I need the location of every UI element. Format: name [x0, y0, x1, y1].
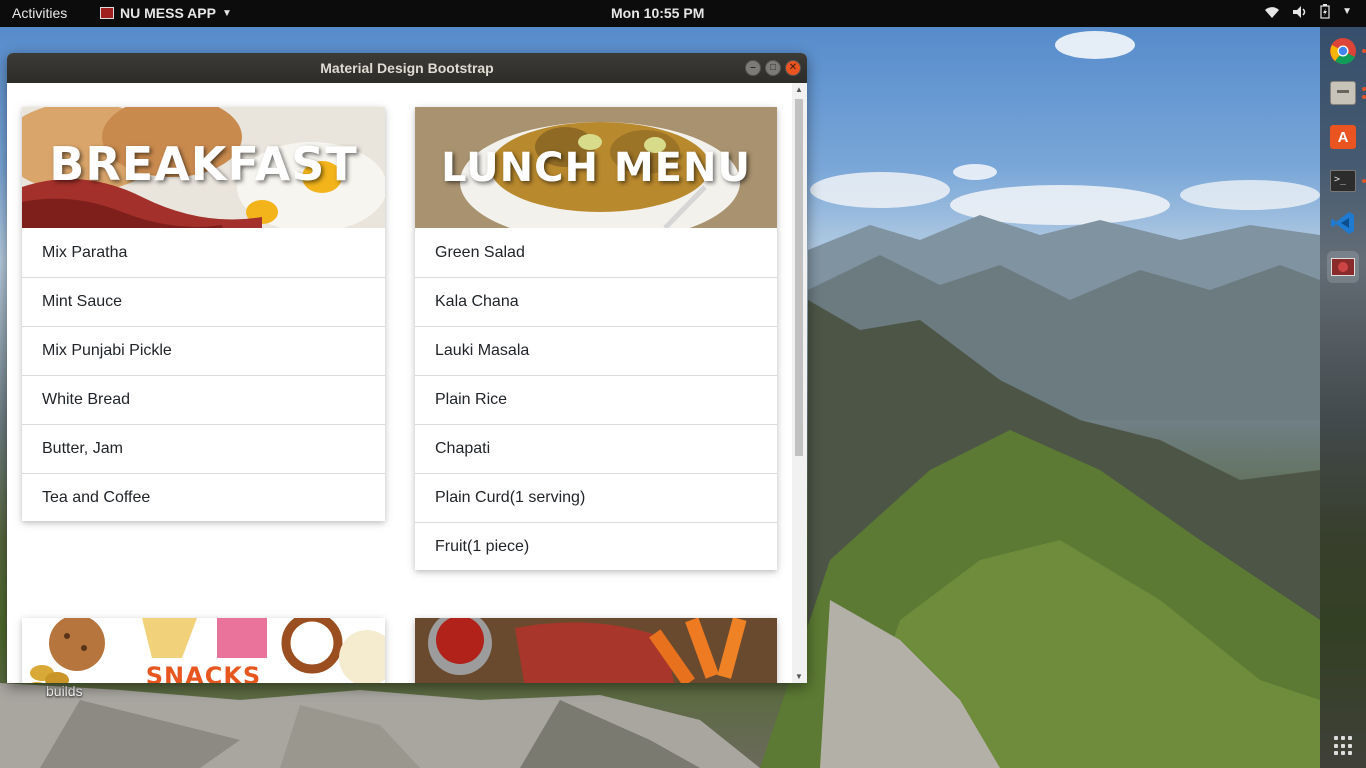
desktop-folder-label[interactable]: builds — [46, 683, 83, 699]
terminal-icon[interactable]: >_ — [1327, 165, 1366, 197]
list-item[interactable]: Chapati — [415, 424, 777, 473]
vertical-scrollbar[interactable]: ▲ ▼ — [792, 83, 807, 683]
snacks-image: SNACKS — [22, 618, 385, 683]
breakfast-title: BREAKFAST — [49, 137, 358, 191]
chevron-down-icon: ▼ — [221, 7, 232, 19]
list-item[interactable]: Green Salad — [415, 228, 777, 277]
list-item[interactable]: Mix Punjabi Pickle — [22, 326, 385, 375]
top-panel: Activities NU MESS APP ▼ Mon 10:55 PM ▼ — [0, 0, 1366, 27]
show-applications-icon[interactable] — [1334, 736, 1354, 756]
minimize-icon[interactable]: – — [745, 60, 761, 76]
list-item[interactable]: Fruit(1 piece) — [415, 522, 777, 571]
software-icon[interactable]: A — [1327, 121, 1359, 153]
lunch-card: LUNCH MENU Green Salad Kala Chana Lauki … — [415, 107, 777, 570]
chevron-down-icon: ▼ — [1342, 6, 1352, 17]
files-icon[interactable] — [1327, 77, 1366, 109]
scroll-thumb[interactable] — [795, 99, 803, 456]
volume-icon — [1293, 5, 1306, 18]
dinner-image — [415, 618, 777, 683]
list-item[interactable]: Plain Rice — [415, 375, 777, 424]
app-menu[interactable]: NU MESS APP ▼ — [100, 5, 232, 21]
lunch-image: LUNCH MENU — [415, 107, 777, 228]
list-item[interactable]: Lauki Masala — [415, 326, 777, 375]
window-title: Material Design Bootstrap — [320, 60, 494, 76]
chrome-icon[interactable] — [1327, 35, 1366, 67]
system-tray[interactable]: ▼ — [1264, 4, 1352, 19]
wifi-icon — [1265, 6, 1280, 18]
scroll-down-icon[interactable]: ▼ — [795, 672, 803, 681]
app-icon — [100, 7, 114, 19]
list-item[interactable]: Mix Paratha — [22, 228, 385, 277]
list-item[interactable]: Mint Sauce — [22, 277, 385, 326]
dock: A >_ — [1320, 27, 1366, 768]
list-item[interactable]: Plain Curd(1 serving) — [415, 473, 777, 522]
app-menu-label: NU MESS APP — [120, 5, 216, 21]
page-content: BREAKFAST Mix Paratha Mint Sauce Mix Pun… — [7, 83, 807, 683]
snacks-card: SNACKS — [22, 618, 385, 683]
breakfast-card: BREAKFAST Mix Paratha Mint Sauce Mix Pun… — [22, 107, 385, 521]
list-item[interactable]: Kala Chana — [415, 277, 777, 326]
window-controls: – □ ✕ — [745, 60, 801, 76]
scroll-up-icon[interactable]: ▲ — [795, 85, 803, 94]
lunch-list: Green Salad Kala Chana Lauki Masala Plai… — [415, 228, 777, 571]
activities-button[interactable]: Activities — [12, 5, 67, 21]
list-item[interactable]: Butter, Jam — [22, 424, 385, 473]
lunch-title: LUNCH MENU — [441, 145, 751, 191]
snacks-title: SNACKS — [145, 662, 262, 683]
battery-icon — [1320, 4, 1330, 19]
breakfast-image: BREAKFAST — [22, 107, 385, 228]
list-item[interactable]: White Bread — [22, 375, 385, 424]
list-item[interactable]: Tea and Coffee — [22, 473, 385, 522]
dinner-card — [415, 618, 777, 683]
app-icon[interactable] — [1327, 251, 1359, 283]
maximize-icon[interactable]: □ — [765, 60, 781, 76]
close-icon[interactable]: ✕ — [785, 60, 801, 76]
clock[interactable]: Mon 10:55 PM — [611, 5, 704, 21]
breakfast-list: Mix Paratha Mint Sauce Mix Punjabi Pickl… — [22, 228, 385, 522]
window-titlebar[interactable]: Material Design Bootstrap – □ ✕ — [7, 53, 807, 83]
app-window: Material Design Bootstrap – □ ✕ BREAKFAS… — [7, 53, 807, 683]
vscode-icon[interactable] — [1327, 207, 1359, 239]
